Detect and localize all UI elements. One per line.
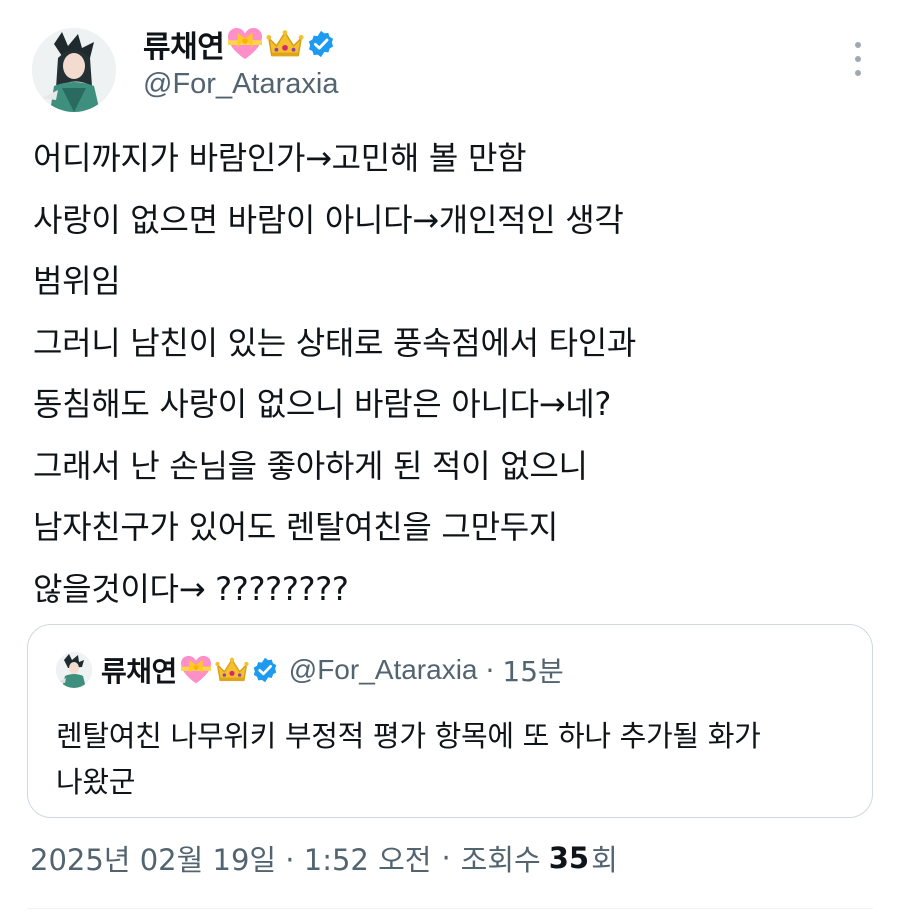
author-name[interactable]: 류채연 [143, 22, 225, 66]
quoted-tweet[interactable]: 류채연 @For_Ataraxia · 15분 렌탈여친 나무위키 부정적 평가… [27, 624, 873, 818]
crown-icon [215, 656, 249, 684]
author-handle[interactable]: @For_Ataraxia [143, 68, 338, 101]
views-unit: 회 [591, 843, 618, 877]
quote-line: 나왔군 [56, 765, 136, 799]
verified-badge-icon[interactable] [251, 656, 279, 684]
heart-with-ribbon-icon [226, 27, 264, 61]
verified-badge-icon[interactable] [306, 29, 336, 59]
tweet-timestamp[interactable]: 2025년 02월 19일 · 1:52 오전 [30, 837, 431, 879]
views-count: 35 [548, 841, 590, 875]
quote-author-name[interactable]: 류채연 [101, 650, 177, 690]
tweet-text: 어디까지가 바람인가→고민해 볼 만함 사랑이 없으면 바람이 아니다→개인적인… [33, 132, 873, 624]
tweet-line: 그러니 남친이 있는 상태로 풍속점에서 타인과 [33, 323, 637, 362]
quote-text: 렌탈여친 나무위키 부정적 평가 항목에 또 하나 추가될 화가 나왔군 [56, 713, 856, 805]
separator-dot: · [441, 841, 451, 875]
crown-icon [266, 28, 304, 60]
author-name-row[interactable]: 류채연 [143, 22, 336, 66]
author-avatar[interactable] [32, 28, 116, 112]
tweet-line: 그래서 난 손님을 좋아하게 된 적이 없으니 [33, 446, 588, 485]
divider [27, 908, 873, 909]
quote-author-avatar[interactable] [56, 652, 92, 688]
separator-dot: · [485, 653, 495, 687]
views-label: 조회수 [460, 843, 541, 877]
tweet-line: 남자친구가 있어도 렌탈여친을 그만두지 [33, 508, 558, 546]
tweet-line: 않을것이다→ ???????? [33, 569, 349, 608]
tweet-meta: 2025년 02월 19일 · 1:52 오전 · 조회수 35 회 [30, 836, 618, 880]
quote-line: 렌탈여친 나무위키 부정적 평가 항목에 또 하나 추가될 화가 [56, 719, 761, 753]
quote-timestamp[interactable]: 15분 [502, 650, 563, 690]
tweet-line: 동침해도 사랑이 없으니 바람은 아니다→네? [33, 385, 612, 423]
tweet-line: 범위임 [33, 262, 121, 300]
tweet-line: 사랑이 없으면 바람이 아니다→개인적인 생각 [33, 200, 624, 239]
more-options-icon[interactable] [848, 42, 868, 76]
quote-author-handle[interactable]: @For_Ataraxia [289, 654, 478, 686]
heart-with-ribbon-icon [179, 655, 213, 685]
tweet-line: 어디까지가 바람인가→고민해 볼 만함 [33, 139, 527, 177]
quote-header: 류채연 @For_Ataraxia · 15분 [101, 649, 564, 691]
